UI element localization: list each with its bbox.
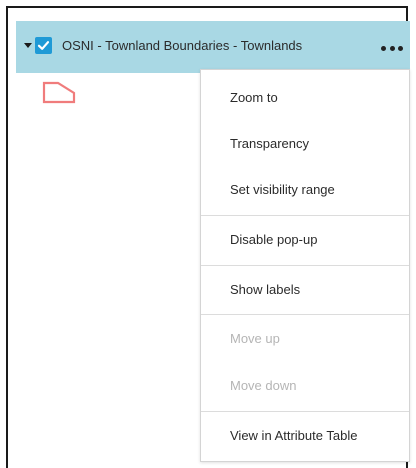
menu-item-move-up: Move up xyxy=(230,330,280,346)
menu-item-zoom-to[interactable]: Zoom to xyxy=(201,74,409,120)
menu-item-set-visibility-range[interactable]: Set visibility range xyxy=(201,166,409,212)
ellipsis-dot xyxy=(381,45,386,51)
layer-title[interactable]: OSNI - Townland Boundaries - Townlands xyxy=(62,37,302,54)
layer-options-menu: Zoom to Transparency Set visibility rang… xyxy=(200,69,410,462)
menu-item-view-in-attribute-table[interactable]: View in Attribute Table xyxy=(201,412,409,458)
layer-row[interactable]: OSNI - Townland Boundaries - Townlands xyxy=(16,21,410,73)
polygon-symbol-icon xyxy=(42,81,76,104)
menu-item-move-down: Move down xyxy=(230,377,297,393)
menu-item-transparency[interactable]: Transparency xyxy=(201,120,409,166)
menu-item-show-labels[interactable]: Show labels xyxy=(201,266,409,312)
caret-down-icon[interactable] xyxy=(24,43,32,48)
menu-item-disable-popup[interactable]: Disable pop-up xyxy=(201,216,409,262)
ellipsis-dot xyxy=(398,45,403,51)
ellipsis-icon[interactable] xyxy=(381,41,403,55)
ellipsis-dot xyxy=(389,45,395,51)
checkbox-checked-icon[interactable] xyxy=(35,37,52,54)
